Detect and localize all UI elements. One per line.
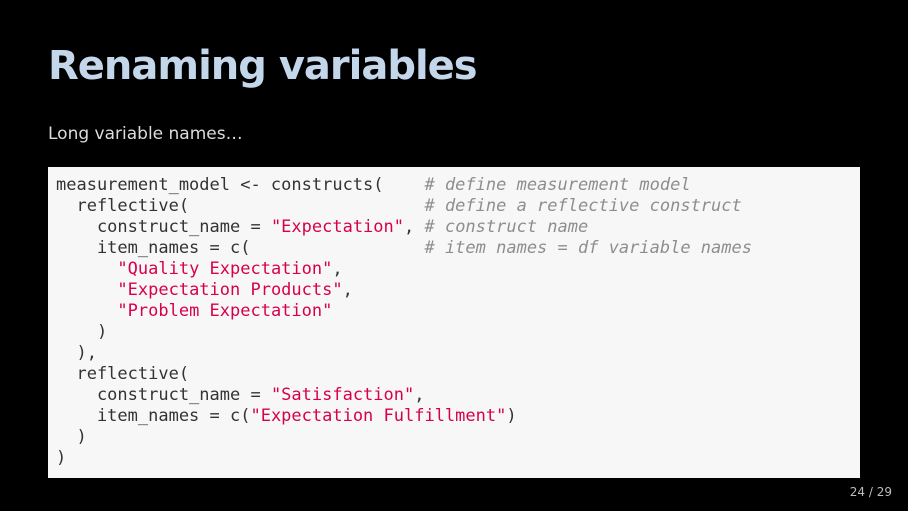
code-line: ) (56, 427, 860, 448)
code-string: "Expectation Products" (117, 280, 343, 300)
code-line: "Quality Expectation", (56, 259, 860, 280)
slide-number-total: 29 (876, 485, 892, 499)
code-line: ) (56, 448, 860, 469)
code-line: "Expectation Products", (56, 280, 860, 301)
code-text: ) (56, 427, 87, 447)
code-comment: # define a reflective construct (424, 196, 742, 216)
code-line: ) (56, 322, 860, 343)
code-text: reflective( (56, 364, 190, 384)
code-text: , (332, 259, 343, 279)
code-text: ) (506, 406, 517, 426)
code-string: "Problem Expectation" (117, 301, 333, 321)
slide-number-current: 24 (849, 485, 866, 499)
code-line: ), (56, 343, 860, 364)
code-text: measurement_model <- constructs( (56, 175, 425, 195)
code-text: ) (56, 322, 108, 342)
code-string: "Expectation Fulfillment" (250, 406, 507, 426)
code-text: reflective( (56, 196, 425, 216)
code-string: "Expectation" (270, 217, 404, 237)
code-string: "Quality Expectation" (117, 259, 333, 279)
code-line: reflective( (56, 364, 860, 385)
code-comment: # construct name (424, 217, 589, 237)
code-text: construct_name = (56, 217, 271, 237)
code-text: construct_name = (56, 385, 271, 405)
code-line: measurement_model <- constructs( # defin… (56, 175, 860, 196)
code-line: item_names = c( # item names = df variab… (56, 238, 860, 259)
code-text: item_names = c( (56, 406, 251, 426)
code-text: , (404, 217, 425, 237)
code-line: "Problem Expectation" (56, 301, 860, 322)
code-line: construct_name = "Expectation", # constr… (56, 217, 860, 238)
code-block[interactable]: measurement_model <- constructs( # defin… (48, 167, 860, 478)
slide-subtitle: Long variable names… (48, 124, 243, 144)
code-comment: # define measurement model (424, 175, 691, 195)
code-line: item_names = c("Expectation Fulfillment"… (56, 406, 860, 427)
slide-number: 24 / 29 (850, 484, 892, 500)
code-line: construct_name = "Satisfaction", (56, 385, 860, 406)
slide: Renaming variables Long variable names… … (0, 0, 908, 511)
code-text: ) (56, 448, 67, 468)
slide-number-separator: / (865, 485, 877, 499)
code-text: , (414, 385, 425, 405)
slide-title: Renaming variables (48, 43, 478, 89)
code-string: "Satisfaction" (270, 385, 415, 405)
code-text: ), (56, 343, 97, 363)
code-comment: # item names = df variable names (424, 238, 752, 258)
code-text: , (342, 280, 353, 300)
code-text: item_names = c( (56, 238, 425, 258)
code-line: reflective( # define a reflective constr… (56, 196, 860, 217)
